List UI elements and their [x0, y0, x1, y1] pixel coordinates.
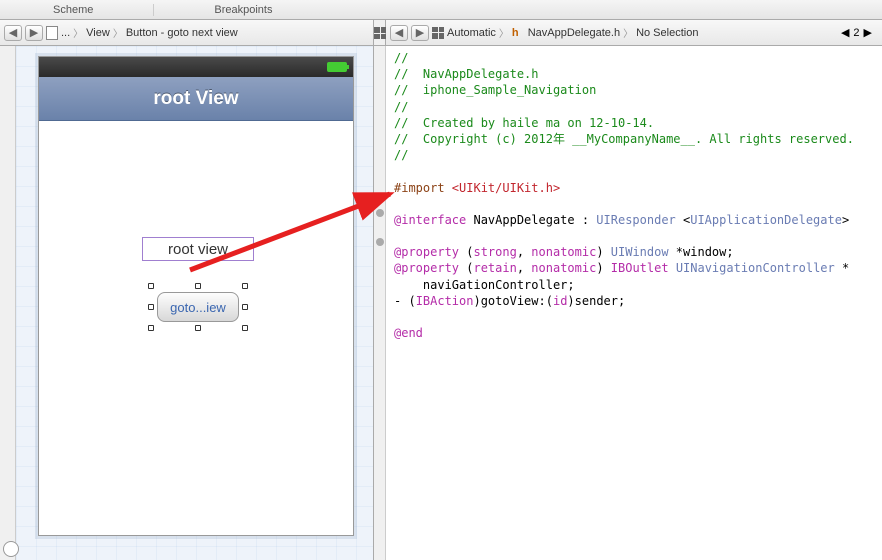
- bc-mode[interactable]: Automatic: [447, 27, 496, 39]
- battery-icon: [327, 62, 347, 72]
- bc-view[interactable]: View: [86, 27, 110, 39]
- code-gutter[interactable]: [374, 46, 386, 560]
- connection-indicator[interactable]: [376, 238, 384, 246]
- connection-indicator[interactable]: [376, 209, 384, 217]
- back-button[interactable]: ◀: [4, 25, 22, 41]
- forward-button[interactable]: ▶: [411, 25, 429, 41]
- chevron-right-icon: 〉: [499, 25, 509, 40]
- main-area: root View root view goto...iew //: [0, 46, 882, 560]
- iphone-view[interactable]: root View root view goto...iew: [38, 56, 354, 536]
- chevron-right-icon: 〉: [73, 25, 83, 40]
- bc-file[interactable]: h NavAppDelegate.h: [512, 27, 620, 39]
- interface-builder-pane[interactable]: root View root view goto...iew: [0, 46, 374, 560]
- related-items-icon[interactable]: [432, 27, 444, 39]
- breadcrumb-row: ◀ ▶ ... 〉 View 〉 Button - goto next view…: [0, 20, 882, 46]
- status-bar: [39, 57, 353, 77]
- left-breadcrumb: ◀ ▶ ... 〉 View 〉 Button - goto next view…: [0, 20, 374, 45]
- bc-root[interactable]: ...: [46, 26, 70, 40]
- top-toolbar: Scheme Breakpoints: [0, 0, 882, 20]
- forward-button[interactable]: ▶: [25, 25, 43, 41]
- page-number: 2: [853, 27, 859, 39]
- back-button[interactable]: ◀: [390, 25, 408, 41]
- bc-button[interactable]: Button - goto next view: [126, 27, 238, 39]
- canvas[interactable]: root View root view goto...iew: [16, 46, 373, 560]
- clock-icon[interactable]: [3, 541, 19, 557]
- tab-breakpoints[interactable]: Breakpoints: [153, 4, 332, 16]
- selection-handles[interactable]: [151, 286, 245, 328]
- page-prev-button[interactable]: ◀: [841, 26, 849, 39]
- xib-file-icon: [46, 26, 58, 40]
- gutter-header: [374, 20, 386, 45]
- tab-scheme[interactable]: Scheme: [8, 4, 153, 16]
- chevron-right-icon: 〉: [113, 25, 123, 40]
- page-control: ◀ 2 ▶: [841, 26, 878, 39]
- page-next-button[interactable]: ▶: [864, 26, 872, 39]
- related-items-icon[interactable]: [374, 27, 386, 39]
- object-strip[interactable]: [0, 46, 16, 560]
- root-view-label[interactable]: root view: [142, 237, 254, 261]
- right-breadcrumb: ◀ ▶ Automatic 〉 h NavAppDelegate.h 〉 No …: [386, 20, 882, 45]
- navigation-bar[interactable]: root View: [39, 77, 353, 121]
- code-editor[interactable]: // // NavAppDelegate.h // iphone_Sample_…: [386, 46, 882, 560]
- chevron-right-icon: 〉: [623, 25, 633, 40]
- bc-selection[interactable]: No Selection: [636, 27, 698, 39]
